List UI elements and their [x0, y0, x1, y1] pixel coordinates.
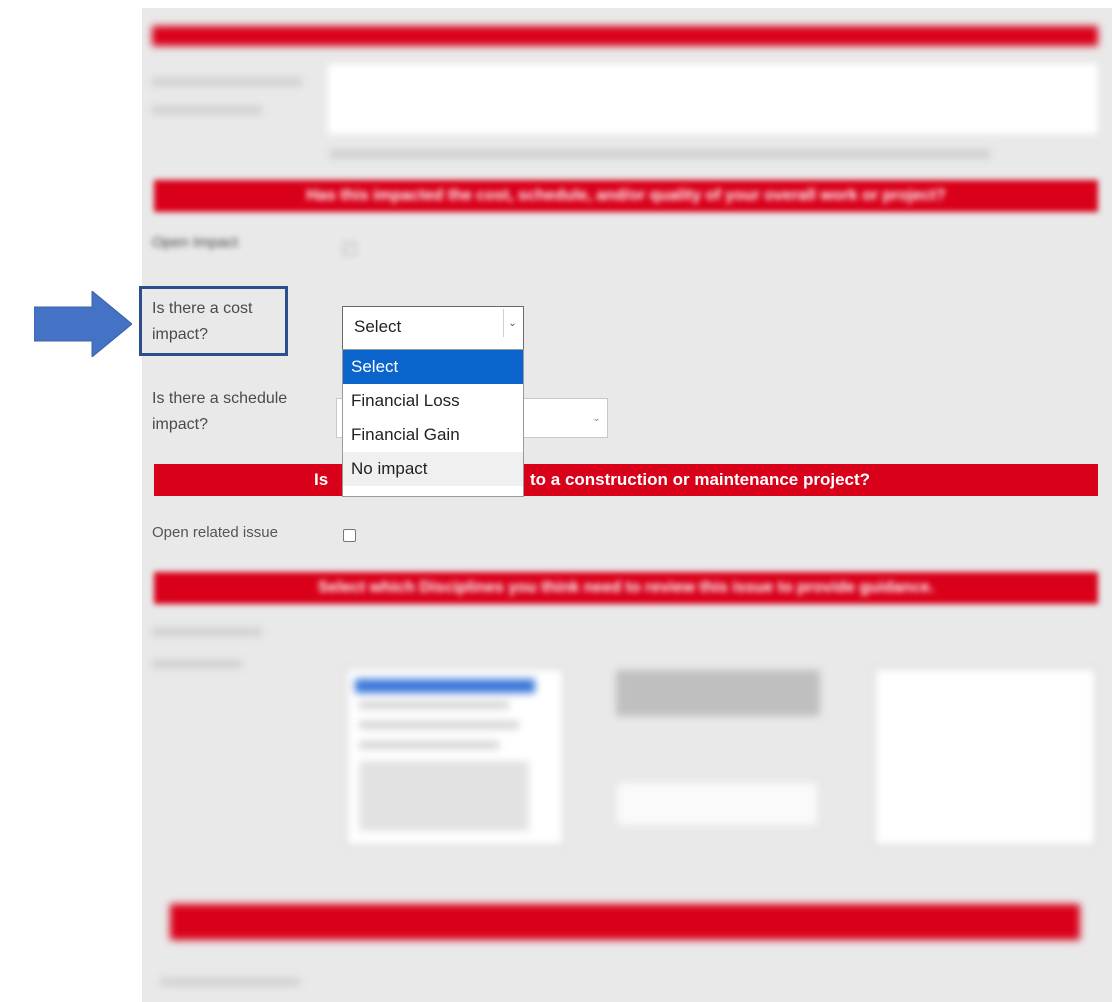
schedule-chevron-down-icon: ⌄: [592, 412, 601, 424]
open-impact-label: Open Impact: [152, 234, 238, 251]
blurred-disciplines-label: [152, 660, 242, 668]
description-textarea[interactable]: [326, 62, 1100, 136]
remove-discipline-button[interactable]: [616, 782, 818, 826]
disciplines-section-header: Select which Disciplines you think need …: [154, 572, 1098, 604]
impact-section-header: Has this impacted the cost, schedule, an…: [154, 180, 1098, 212]
selected-disciplines-listbox[interactable]: [874, 668, 1096, 846]
available-disciplines-listbox[interactable]: [346, 668, 564, 846]
add-discipline-button[interactable]: [616, 670, 820, 716]
blurred-bottom-label: [160, 978, 300, 986]
open-impact-checkbox[interactable]: ✓: [343, 242, 356, 255]
related-header-suffix: to a construction or maintenance project…: [530, 470, 871, 489]
schedule-impact-label: Is there a schedule impact?: [152, 390, 288, 433]
open-related-issue-checkbox[interactable]: [343, 529, 356, 542]
dropdown-option[interactable]: Financial Gain: [343, 418, 523, 452]
dropdown-option[interactable]: Financial Loss: [343, 384, 523, 418]
bottom-section-header: [170, 904, 1080, 940]
cost-impact-dropdown-list: Select Financial Loss Financial Gain No …: [342, 349, 524, 497]
blurred-help-text: [330, 150, 990, 158]
blurred-disciplines-label: [152, 628, 262, 636]
related-section-header: Is to a construction or maintenance proj…: [154, 464, 1098, 496]
open-related-issue-label: Open related issue: [152, 524, 278, 541]
related-header-prefix: Is: [314, 470, 329, 489]
dropdown-option[interactable]: Select: [343, 350, 523, 384]
right-arrow-icon: [34, 291, 132, 357]
cost-impact-highlight-box: [139, 286, 288, 356]
cost-impact-selected-value: Select: [354, 317, 402, 336]
dropdown-option[interactable]: No impact: [343, 452, 523, 486]
top-section-header: [152, 26, 1098, 46]
blurred-field-label: [152, 70, 322, 122]
chevron-down-icon[interactable]: ⌄: [503, 309, 521, 337]
cost-impact-select[interactable]: Select ⌄: [342, 306, 524, 350]
